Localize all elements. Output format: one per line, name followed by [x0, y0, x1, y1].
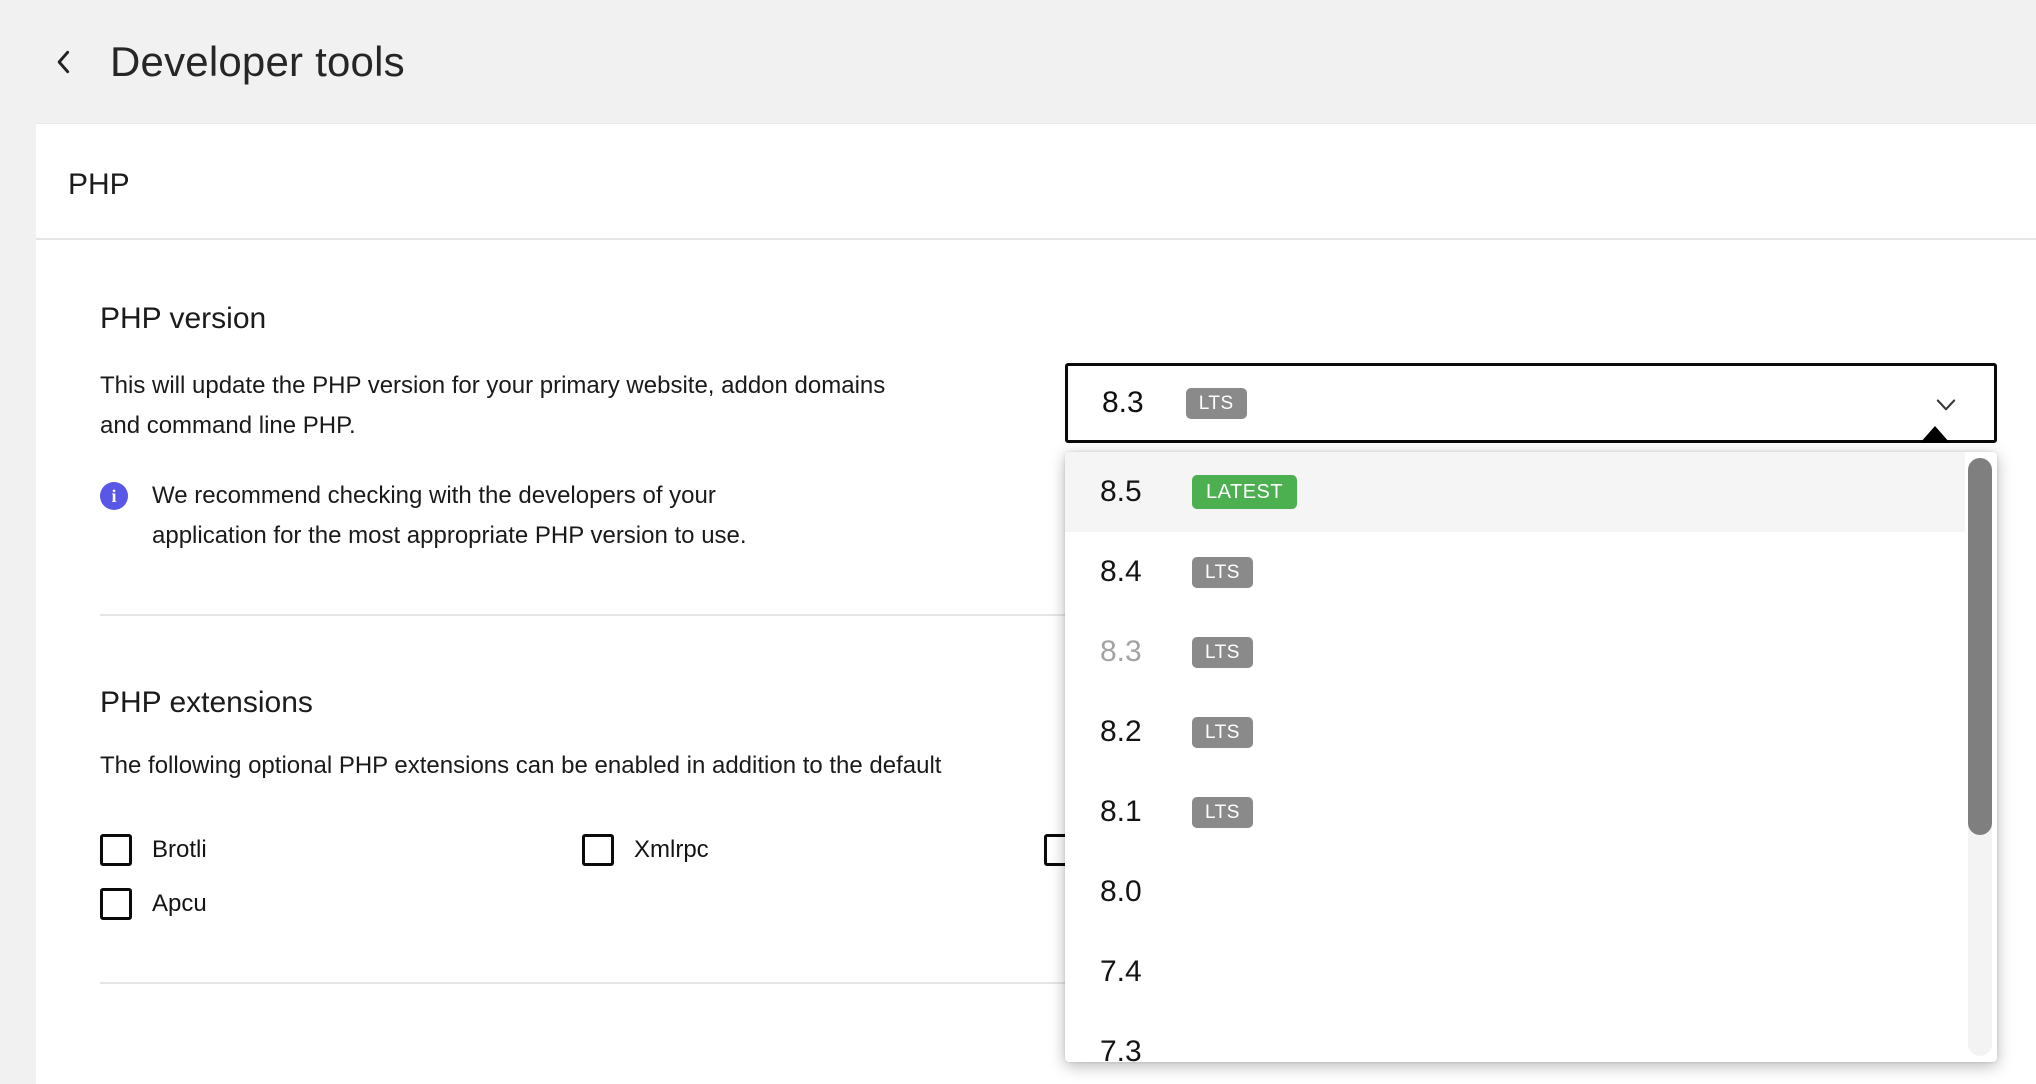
checkbox-xmlrpc[interactable]: Xmlrpc	[582, 834, 1044, 866]
info-icon: i	[100, 482, 128, 510]
lts-badge: LTS	[1192, 637, 1253, 668]
selected-version: 8.3	[1102, 386, 1144, 420]
note-line: We recommend checking with the developer…	[152, 476, 747, 516]
checkbox-apcu[interactable]: Apcu	[100, 888, 582, 920]
chevron-down-icon	[1932, 390, 1960, 423]
php-version-description: This will update the PHP version for you…	[100, 366, 1080, 446]
option-8-0[interactable]: 8.0	[1065, 852, 1965, 932]
description-line: This will update the PHP version for you…	[100, 366, 1080, 406]
checkbox-box[interactable]	[100, 834, 132, 866]
lts-badge: LTS	[1192, 797, 1253, 828]
dropdown-scrollbar-thumb[interactable]	[1968, 458, 1992, 835]
latest-badge: LATEST	[1192, 475, 1297, 509]
option-7-4[interactable]: 7.4	[1065, 932, 1965, 1012]
option-8-3-current[interactable]: 8.3 LTS	[1065, 612, 1965, 692]
checkbox-label: Brotli	[152, 836, 207, 864]
selected-version-badge: LTS	[1186, 388, 1247, 419]
lts-badge: LTS	[1192, 557, 1253, 588]
option-version: 8.1	[1100, 795, 1152, 829]
checkbox-box[interactable]	[582, 834, 614, 866]
option-version: 8.0	[1100, 875, 1152, 909]
option-8-5[interactable]: 8.5 LATEST	[1065, 452, 1965, 532]
option-8-4[interactable]: 8.4 LTS	[1065, 532, 1965, 612]
top-bar: Developer tools	[0, 0, 2036, 123]
note-line: application for the most appropriate PHP…	[152, 516, 747, 556]
option-8-2[interactable]: 8.2 LTS	[1065, 692, 1965, 772]
description-line: and command line PHP.	[100, 406, 1080, 446]
back-button[interactable]	[40, 38, 88, 86]
php-version-select[interactable]: 8.3 LTS	[1065, 363, 1997, 443]
version-options-list: 8.5 LATEST 8.4 LTS 8.3 LTS 8.2 LTS 8.1 L…	[1065, 452, 1965, 1062]
card-title: PHP	[68, 168, 2036, 202]
card-header: PHP	[36, 124, 2036, 238]
option-8-1[interactable]: 8.1 LTS	[1065, 772, 1965, 852]
option-version: 7.3	[1100, 1035, 1152, 1062]
lts-badge: LTS	[1192, 717, 1253, 748]
chevron-left-icon	[49, 45, 79, 79]
checkbox-label: Xmlrpc	[634, 836, 709, 864]
option-version: 8.4	[1100, 555, 1152, 589]
checkbox-brotli[interactable]: Brotli	[100, 834, 582, 866]
note-text: We recommend checking with the developer…	[152, 476, 747, 556]
checkbox-label: Apcu	[152, 890, 207, 918]
php-version-dropdown: 8.5 LATEST 8.4 LTS 8.3 LTS 8.2 LTS 8.1 L…	[1065, 452, 1997, 1062]
dropdown-caret-icon	[1920, 426, 1950, 443]
checkbox-box[interactable]	[100, 888, 132, 920]
option-version: 7.4	[1100, 955, 1152, 989]
page-title: Developer tools	[110, 38, 405, 86]
option-version: 8.3	[1100, 635, 1152, 669]
php-version-heading: PHP version	[100, 302, 2036, 336]
option-version: 8.2	[1100, 715, 1152, 749]
option-version: 8.5	[1100, 475, 1152, 509]
option-7-3[interactable]: 7.3	[1065, 1012, 1965, 1062]
